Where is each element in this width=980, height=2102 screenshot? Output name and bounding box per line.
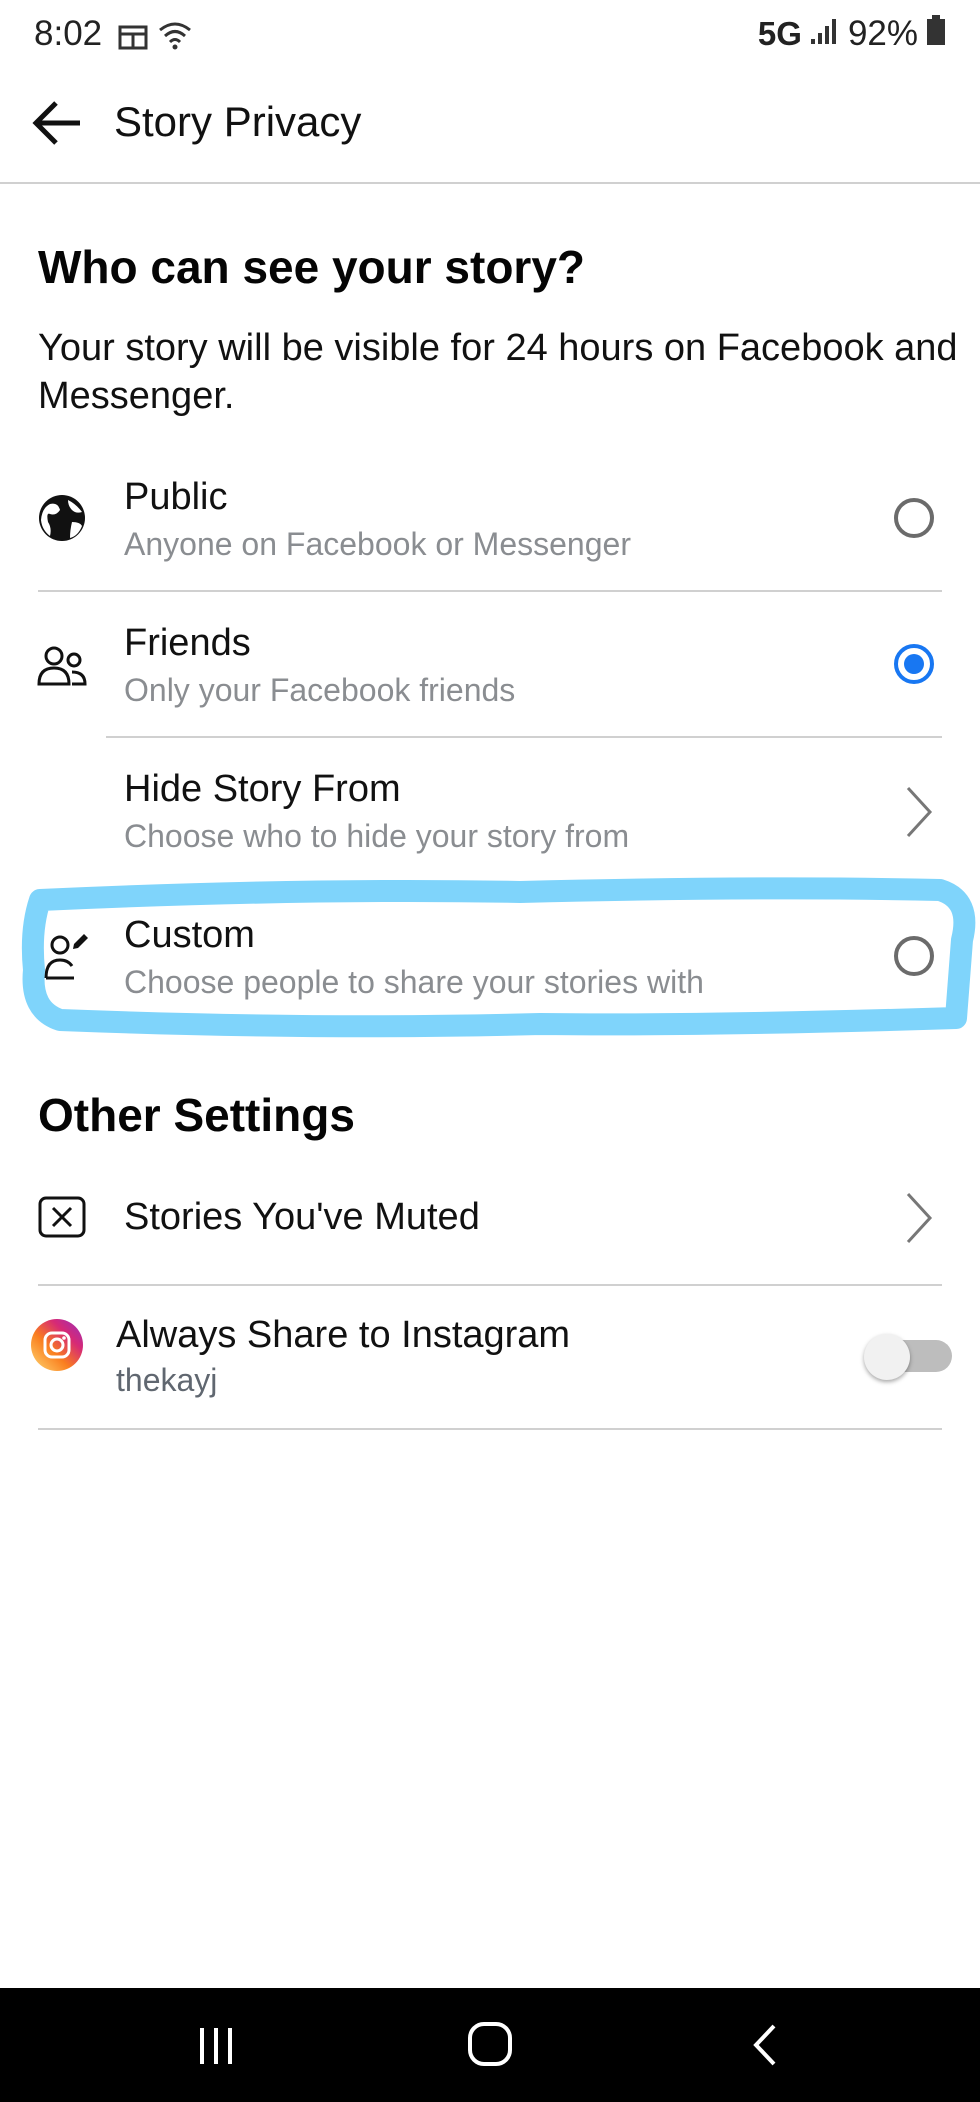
option-friends-title: Friends bbox=[124, 622, 251, 664]
divider-friends bbox=[106, 736, 942, 738]
instagram-share-label: Always Share to Instagram bbox=[116, 1314, 571, 1356]
instagram-account: thekayj bbox=[116, 1362, 218, 1398]
muted-x-box-icon bbox=[38, 1196, 86, 1238]
friends-icon bbox=[36, 644, 88, 688]
highlight-annotation bbox=[21, 877, 976, 1038]
option-public[interactable]: Public Anyone on Facebook or Messenger bbox=[0, 468, 980, 590]
option-public-title: Public bbox=[124, 476, 228, 518]
android-nav-bar bbox=[0, 1988, 980, 2102]
divider-muted bbox=[38, 1284, 942, 1286]
option-public-subtitle: Anyone on Facebook or Messenger bbox=[124, 526, 631, 562]
audience-description: Your story will be visible for 24 hours … bbox=[38, 327, 958, 417]
divider-instagram bbox=[38, 1428, 942, 1430]
divider-public bbox=[38, 590, 942, 592]
status-time: 8:02 bbox=[34, 14, 103, 53]
stories-muted-row[interactable]: Stories You've Muted bbox=[0, 1170, 980, 1270]
public-radio[interactable] bbox=[894, 498, 934, 538]
stories-muted-label: Stories You've Muted bbox=[124, 1196, 480, 1238]
friends-radio[interactable] bbox=[894, 644, 934, 684]
instagram-toggle-knob[interactable] bbox=[864, 1334, 910, 1380]
option-friends[interactable]: Friends Only your Facebook friends bbox=[0, 614, 980, 736]
header-divider bbox=[0, 182, 980, 184]
chevron-right-icon bbox=[900, 1190, 936, 1246]
globe-icon bbox=[36, 492, 88, 544]
back-arrow-icon[interactable] bbox=[30, 96, 84, 150]
chevron-right-icon bbox=[900, 784, 936, 840]
option-hide-title: Hide Story From bbox=[124, 768, 401, 810]
calendar-icon bbox=[118, 24, 148, 50]
home-icon[interactable] bbox=[466, 2020, 514, 2068]
audience-heading: Who can see your story? bbox=[38, 241, 586, 293]
signal-icon bbox=[810, 14, 840, 54]
recent-apps-icon[interactable] bbox=[196, 2024, 236, 2068]
wifi-icon bbox=[158, 20, 192, 50]
other-settings-heading: Other Settings bbox=[38, 1089, 355, 1141]
page-title: Story Privacy bbox=[114, 98, 362, 145]
battery-level: 92% bbox=[847, 14, 918, 53]
status-right: 5G 92% bbox=[758, 14, 946, 54]
battery-icon bbox=[926, 14, 946, 54]
instagram-icon bbox=[30, 1318, 84, 1372]
network-type: 5G bbox=[757, 15, 802, 52]
instagram-share-row[interactable]: Always Share to Instagram thekayj bbox=[0, 1300, 980, 1424]
option-friends-subtitle: Only your Facebook friends bbox=[124, 672, 516, 708]
option-hide-subtitle: Choose who to hide your story from bbox=[124, 818, 630, 854]
back-nav-icon[interactable] bbox=[748, 2022, 780, 2068]
